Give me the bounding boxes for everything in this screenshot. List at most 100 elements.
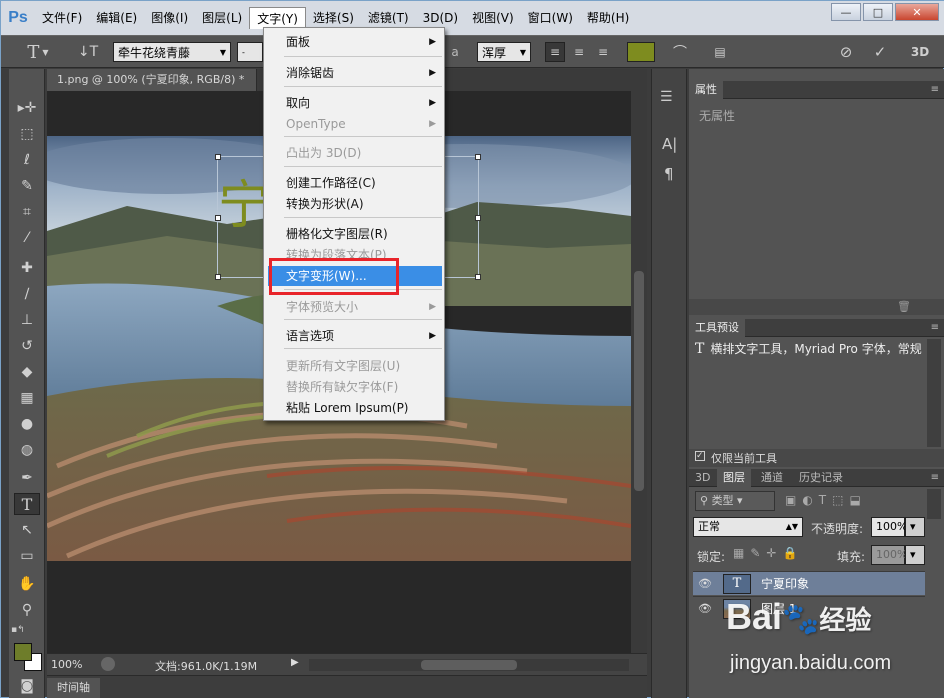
text-orientation-icon[interactable]: ↓T [77, 42, 99, 62]
tab-3d[interactable]: 3D [689, 469, 716, 487]
shape-tool-icon[interactable]: ▭ [14, 545, 40, 567]
type-menu-item[interactable]: 面板 ▶ [264, 32, 444, 52]
warp-text-icon[interactable]: ⌒ [669, 42, 691, 62]
layer-filter-icons[interactable]: ▣◐T⬚⬓ [785, 493, 867, 507]
lock-icons[interactable]: ▦✎✛🔒 [733, 546, 803, 560]
menu-layer[interactable]: 图层(L) [195, 7, 249, 29]
status-menu-icon[interactable] [101, 657, 115, 671]
paragraph-icon[interactable]: ¶ [664, 165, 674, 183]
character-panel-icon[interactable]: ▤ [709, 42, 731, 62]
eye-icon[interactable]: 👁 [693, 602, 717, 615]
tool-preset-item[interactable]: T 横排文字工具，Myriad Pro 字体，常规 [695, 340, 927, 357]
zoom-level[interactable]: 100% [51, 658, 82, 671]
tab-layers[interactable]: 图层 [717, 469, 751, 487]
minimize-button[interactable]: — [831, 3, 861, 21]
menu-type[interactable]: 文字(Y) [249, 7, 306, 29]
zoom-tool-icon[interactable]: ⚲ [14, 599, 40, 621]
menu-view[interactable]: 视图(V) [465, 7, 521, 29]
eyedropper-tool-icon[interactable]: ⁄ [14, 227, 40, 249]
align-left-icon[interactable]: ≡ [545, 42, 565, 62]
transform-handle[interactable] [215, 154, 221, 160]
tab-properties[interactable]: 属性 [689, 81, 723, 99]
history-brush-tool-icon[interactable]: ↺ [14, 335, 40, 357]
scrollbar-thumb[interactable] [421, 660, 517, 670]
fill-dropdown[interactable]: ▾ [905, 545, 925, 565]
lasso-tool-icon[interactable]: ℓ [14, 149, 40, 171]
panel-menu-icon[interactable]: ≡ [931, 472, 939, 483]
close-button[interactable]: ✕ [895, 3, 939, 21]
layer-row-text[interactable]: 👁 T 宁夏印象 [693, 571, 925, 595]
pen-tool-icon[interactable]: ✒ [14, 467, 40, 489]
type-tool-preset[interactable]: T ▼ [23, 42, 53, 63]
transform-handle[interactable] [475, 274, 481, 280]
maximize-button[interactable]: □ [863, 3, 893, 21]
fill-input[interactable]: 100% [871, 545, 907, 565]
opacity-dropdown[interactable]: ▾ [905, 517, 925, 537]
menu-file[interactable]: 文件(F) [35, 7, 89, 29]
dodge-tool-icon[interactable]: ◍ [14, 439, 40, 461]
brush-tool-icon[interactable]: ∕ [14, 283, 40, 305]
move-tool-icon[interactable]: ▸✛ [14, 97, 40, 119]
healing-brush-tool-icon[interactable]: ✚ [14, 257, 40, 279]
tab-channels[interactable]: 通道 [755, 469, 789, 487]
menu-3d[interactable]: 3D(D) [416, 7, 465, 29]
properties-icon[interactable]: ☰ [660, 89, 673, 105]
vertical-scrollbar[interactable] [631, 91, 647, 653]
opacity-input[interactable]: 100% [871, 517, 907, 537]
menu-select[interactable]: 选择(S) [306, 7, 361, 29]
menu-window[interactable]: 窗口(W) [521, 7, 580, 29]
type-menu-item[interactable]: 转换为形状(A) [264, 194, 444, 214]
gradient-tool-icon[interactable]: ▦ [14, 387, 40, 409]
transform-handle[interactable] [475, 215, 481, 221]
quick-mask-icon[interactable]: ◙ [14, 675, 40, 697]
transform-handle[interactable] [475, 154, 481, 160]
type-menu-item[interactable]: 创建工作路径(C) [264, 173, 444, 193]
3d-mode-icon[interactable]: 3D [907, 42, 933, 62]
font-style-select[interactable]: - [237, 42, 263, 62]
marquee-tool-icon[interactable]: ⬚ [14, 123, 40, 145]
character-icon[interactable]: A| [662, 135, 677, 153]
path-selection-tool-icon[interactable]: ↖ [14, 519, 40, 541]
type-menu-item[interactable]: 语言选项 ▶ [264, 326, 444, 346]
align-right-icon[interactable]: ≡ [593, 42, 613, 62]
blur-tool-icon[interactable]: ● [14, 413, 40, 435]
type-menu-item[interactable]: 粘贴 Lorem Ipsum(P) [264, 398, 444, 418]
layer-filter-select[interactable]: ⚲ 类型 ▾ [695, 491, 775, 511]
menu-filter[interactable]: 滤镜(T) [361, 7, 416, 29]
font-family-select[interactable]: 牵牛花绕青藤 ▼ [113, 42, 231, 62]
hand-tool-icon[interactable]: ✋ [14, 573, 40, 595]
default-colors-icon[interactable]: ▪↰ [11, 625, 25, 635]
document-tab[interactable]: 1.png @ 100% (宁夏印象, RGB/8) * × [47, 69, 257, 108]
type-menu-item[interactable]: 消除锯齿 ▶ [264, 63, 444, 83]
menu-edit[interactable]: 编辑(E) [89, 7, 144, 29]
cancel-icon[interactable]: ⊘ [835, 42, 857, 62]
panel-menu-icon[interactable]: ≡ [931, 322, 939, 333]
align-center-icon[interactable]: ≡ [569, 42, 589, 62]
panel-menu-icon[interactable]: ≡ [931, 84, 939, 95]
transform-handle[interactable] [215, 274, 221, 280]
tab-tool-presets[interactable]: 工具预设 [689, 319, 745, 337]
menu-help[interactable]: 帮助(H) [580, 7, 636, 29]
foreground-color-swatch[interactable] [14, 643, 32, 661]
crop-tool-icon[interactable]: ⌗ [14, 201, 40, 223]
text-color-swatch[interactable] [627, 42, 655, 62]
trash-icon[interactable]: 🗑 [897, 300, 911, 313]
antialias-select[interactable]: 浑厚 ▼ [477, 42, 531, 62]
eraser-tool-icon[interactable]: ◆ [14, 361, 40, 383]
stamp-tool-icon[interactable]: ⊥ [14, 309, 40, 331]
quick-select-tool-icon[interactable]: ✎ [14, 175, 40, 197]
tab-history[interactable]: 历史记录 [793, 469, 849, 487]
type-menu-item[interactable]: 栅格化文字图层(R) [264, 224, 444, 244]
chevron-right-icon[interactable]: ▶ [291, 657, 299, 668]
menu-image[interactable]: 图像(I) [144, 7, 195, 29]
timeline-tab[interactable]: 时间轴 [47, 678, 100, 698]
type-tool-icon[interactable]: T [14, 493, 40, 515]
horizontal-scrollbar[interactable] [309, 659, 629, 671]
blend-mode-select[interactable]: 正常 ▲▼ [693, 517, 803, 537]
commit-icon[interactable]: ✓ [869, 42, 891, 62]
current-tool-checkbox[interactable]: ✓ [695, 451, 705, 461]
eye-icon[interactable]: 👁 [693, 577, 717, 590]
type-menu-item[interactable]: 取向 ▶ [264, 93, 444, 113]
presets-scrollbar[interactable] [927, 339, 941, 447]
scrollbar-thumb[interactable] [634, 271, 644, 491]
